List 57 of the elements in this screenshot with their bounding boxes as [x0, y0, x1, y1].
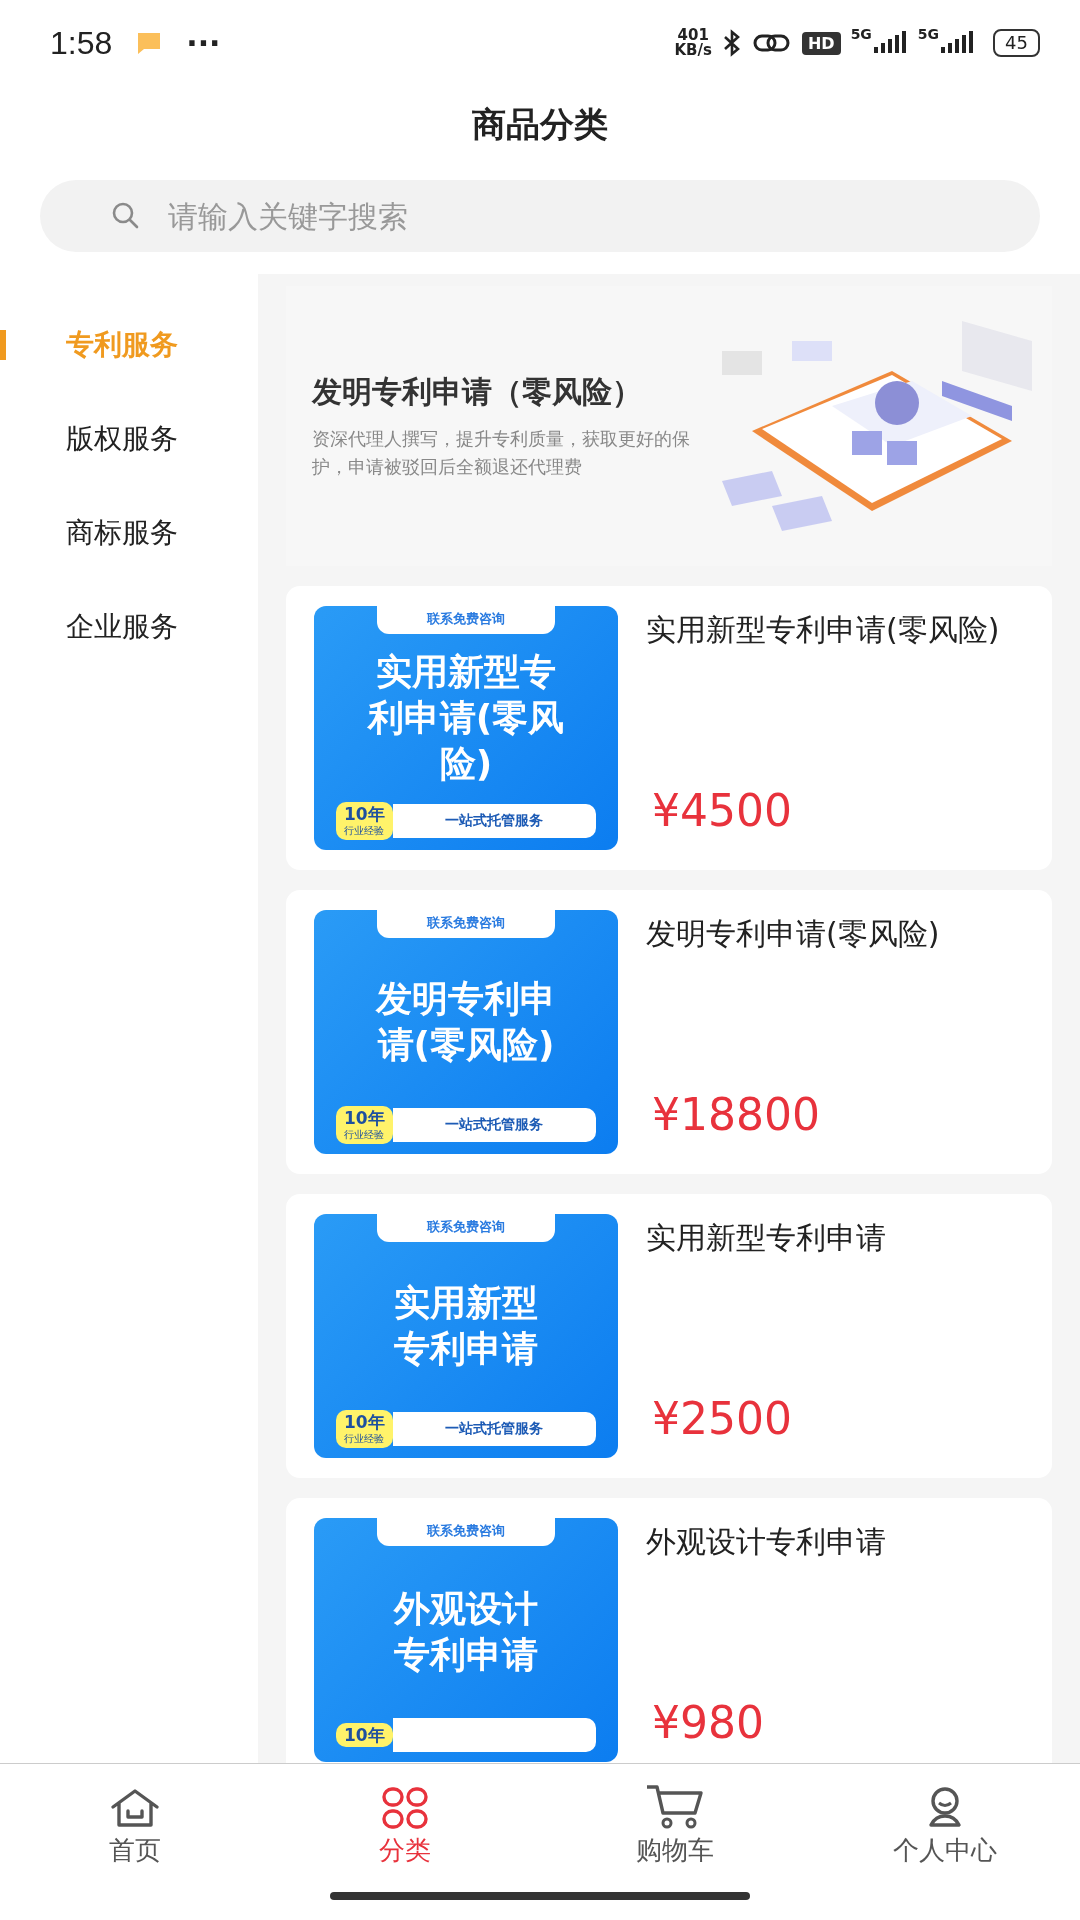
- product-card[interactable]: 联系免费咨询 实用新型专 利申请(零风 险) 10年 行业经验 一站式托管服务 实用新型专利申请(零风险) ¥4500: [286, 586, 1052, 870]
- consult-tag: 联系免费咨询: [377, 1518, 555, 1546]
- product-name: 实用新型专利申请: [646, 1219, 887, 1257]
- image-headline: 险): [439, 742, 493, 786]
- product-card[interactable]: 联系免费咨询 实用新型 专利申请 10年 行业经验 一站式托管服务 实用新型专利申请 ¥2500: [286, 1194, 1052, 1478]
- tab-item[interactable]: 首页: [0, 1764, 270, 1872]
- consult-tag: 联系免费咨询: [377, 910, 555, 938]
- image-headline: 发明专利申: [376, 977, 556, 1021]
- status-time: 1:58: [50, 24, 113, 62]
- image-headline: 专利申请: [394, 1327, 538, 1371]
- consult-tag: 联系免费咨询: [377, 606, 555, 634]
- banner-title: 发明专利申请（零风险）: [312, 372, 643, 411]
- product-name: 发明专利申请(零风险): [646, 915, 941, 953]
- image-headline: 外观设计: [394, 1587, 538, 1631]
- home-icon: [109, 1787, 161, 1829]
- product-card[interactable]: 联系免费咨询 外观设计 专利申请 10年 外观设计专利申请 ¥980: [286, 1498, 1052, 1763]
- network-speed: 401 KB/s: [674, 28, 712, 58]
- image-headline: 专利申请: [394, 1633, 538, 1677]
- cart-icon: [645, 1783, 705, 1829]
- product-price: ¥4500: [651, 785, 793, 836]
- product-name: 外观设计专利申请: [646, 1523, 887, 1561]
- years-badge: 10年 行业经验: [336, 802, 393, 840]
- more-dots: ···: [186, 25, 221, 61]
- battery-indicator: 45: [993, 29, 1040, 57]
- sidebar-item[interactable]: 企业服务: [0, 580, 258, 674]
- image-headline: 请(零风险): [377, 1023, 555, 1067]
- message-icon: [136, 31, 163, 55]
- image-headline: 实用新型: [394, 1281, 538, 1325]
- tab-item[interactable]: 个人中心: [810, 1764, 1080, 1872]
- years-badge: 10年 行业经验: [336, 1410, 393, 1448]
- image-headline: 实用新型专: [376, 650, 556, 694]
- years-badge: 10年 行业经验: [336, 1106, 393, 1144]
- years-badge: 10年: [336, 1723, 393, 1747]
- product-price: ¥980: [651, 1697, 765, 1748]
- sidebar-item[interactable]: 版权服务: [0, 392, 258, 486]
- product-name: 实用新型专利申请(零风险): [646, 611, 1001, 649]
- image-headline: 利申请(零风: [367, 696, 565, 740]
- service-tag: 一站式托管服务: [392, 1412, 596, 1446]
- network-type: 5G: [917, 26, 940, 42]
- service-tag: 一站式托管服务: [392, 804, 596, 838]
- search-field[interactable]: 请输入关键字搜索: [40, 180, 1040, 252]
- home-indicator[interactable]: [330, 1892, 750, 1900]
- tab-item[interactable]: 购物车: [540, 1764, 810, 1872]
- sidebar-item[interactable]: 商标服务: [0, 486, 258, 580]
- hd-badge: HD: [801, 31, 841, 55]
- consult-tag: 联系免费咨询: [377, 1214, 555, 1242]
- network-type: 5G: [850, 26, 872, 42]
- product-price: ¥2500: [651, 1393, 793, 1444]
- tab-item[interactable]: 分类: [270, 1764, 540, 1872]
- banner-description: 资深代理人撰写，提升专利质量，获取更好的保护，申请被驳回后全额退还代理费: [312, 426, 691, 479]
- product-price: ¥18800: [651, 1089, 821, 1140]
- signal-icon: [941, 31, 976, 55]
- page-title: 商品分类: [471, 103, 609, 146]
- service-tag: 一站式托管服务: [392, 1108, 596, 1142]
- grid-icon: [381, 1787, 429, 1829]
- product-card[interactable]: 联系免费咨询 发明专利申 请(零风险) 10年 行业经验 一站式托管服务 发明专利申请(零风险) ¥18800: [286, 890, 1052, 1174]
- signal-icon: [873, 31, 908, 55]
